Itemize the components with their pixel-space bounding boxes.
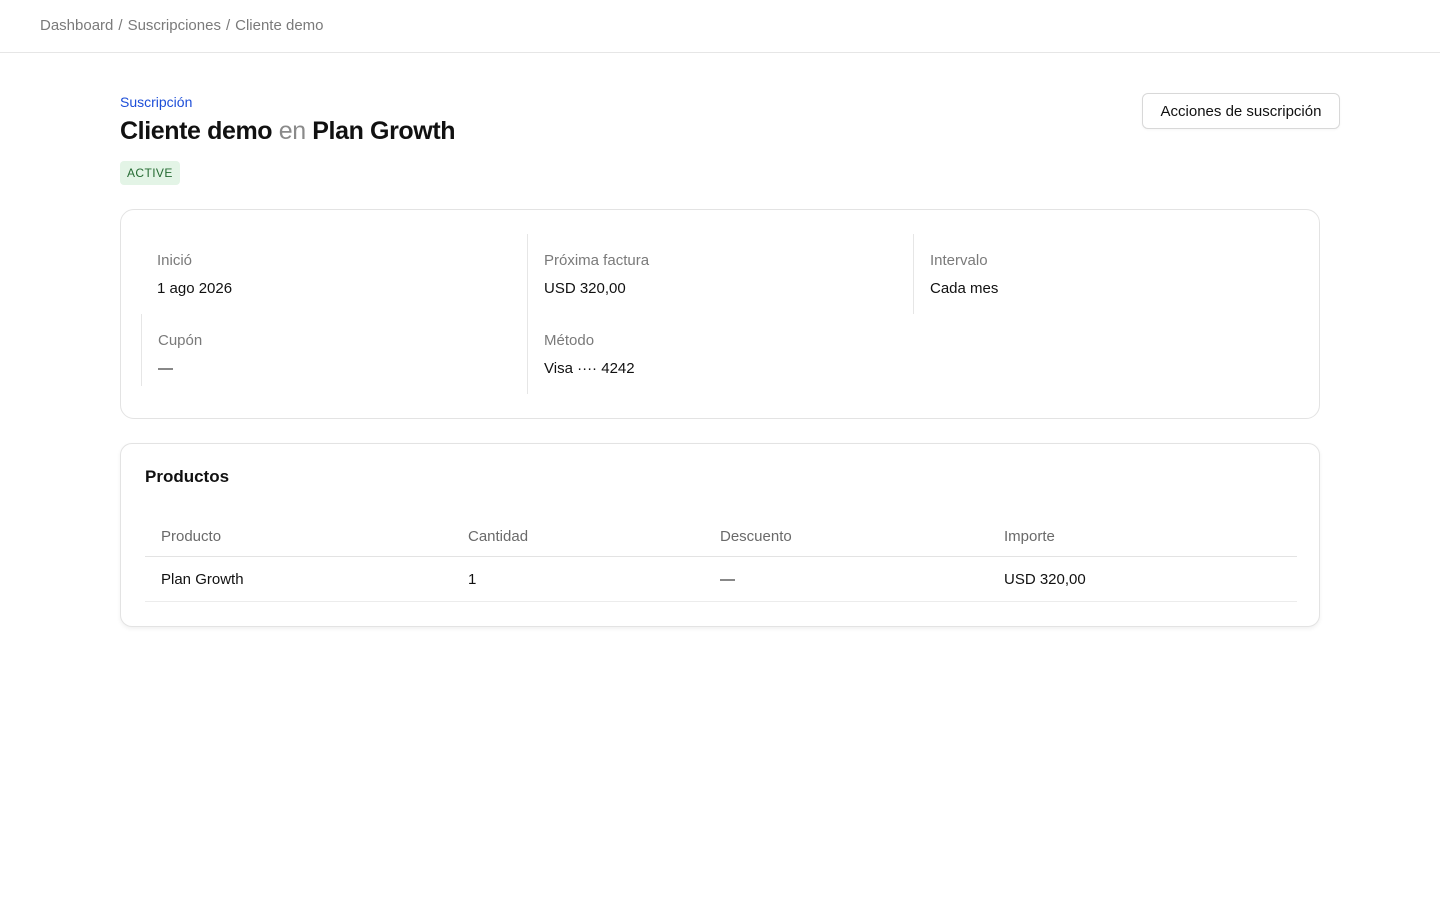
status-badge: ACTIVE	[120, 161, 180, 185]
breadcrumb-separator: /	[118, 17, 123, 34]
plan-name: Plan Growth	[312, 117, 456, 145]
next-invoice-value: USD 320,00	[544, 280, 626, 297]
product-cell: Plan Growth	[161, 571, 244, 588]
coupon-label: Cupón	[158, 332, 203, 349]
start-field: Inició 1 ago 2026	[157, 252, 232, 297]
payment-method-value: Visa ···· 4242	[544, 360, 635, 377]
column-header-amount: Importe	[1004, 528, 1055, 545]
quantity-cell: 1	[468, 571, 477, 588]
coupon-field: Cupón —	[158, 332, 202, 377]
amount-cell: USD 320,00	[1004, 571, 1086, 588]
interval-field: Intervalo Cada mes	[930, 252, 998, 297]
table-row: Plan Growth 1 — USD 320,00	[145, 557, 1297, 602]
interval-value: Cada mes	[930, 280, 999, 297]
customer-name: Cliente demo	[120, 117, 273, 145]
payment-method-label: Método	[544, 332, 595, 349]
column-header-discount: Descuento	[720, 528, 792, 545]
start-value: 1 ago 2026	[157, 280, 233, 297]
coupon-value: —	[158, 360, 173, 377]
start-label: Inició	[157, 252, 193, 269]
breadcrumb-current: Cliente demo	[235, 17, 324, 34]
column-header-quantity: Cantidad	[468, 528, 529, 545]
column-header-product: Producto	[161, 528, 222, 545]
discount-cell: —	[720, 571, 735, 588]
divider	[913, 234, 914, 314]
products-card: Productos Producto Cantidad Descuento Im…	[120, 443, 1320, 627]
top-bar: Dashboard / Suscripciones / Cliente demo	[0, 0, 1440, 53]
subscription-summary-card: Inició 1 ago 2026 Próxima factura USD 32…	[120, 209, 1320, 419]
payment-method-field: Método Visa ···· 4242	[544, 332, 635, 377]
breadcrumb-dashboard[interactable]: Dashboard	[40, 17, 113, 34]
page-eyebrow: Suscripción	[120, 94, 193, 110]
page-title: Cliente demo en Plan Growth	[120, 117, 456, 146]
subscription-actions-button[interactable]: Acciones de suscripción	[1142, 93, 1340, 129]
breadcrumb: Dashboard / Suscripciones / Cliente demo	[40, 17, 324, 34]
divider	[141, 314, 142, 386]
products-table: Producto Cantidad Descuento Importe Plan…	[145, 516, 1297, 602]
divider	[527, 234, 528, 394]
next-invoice-label: Próxima factura	[544, 252, 650, 269]
breadcrumb-separator: /	[225, 17, 231, 34]
title-connector: en	[278, 117, 306, 145]
next-invoice-field: Próxima factura USD 320,00	[544, 252, 649, 297]
products-title: Productos	[145, 467, 230, 486]
table-header: Producto Cantidad Descuento Importe	[145, 516, 1297, 557]
breadcrumb-suscripciones[interactable]: Suscripciones	[128, 17, 221, 34]
interval-label: Intervalo	[930, 252, 988, 269]
